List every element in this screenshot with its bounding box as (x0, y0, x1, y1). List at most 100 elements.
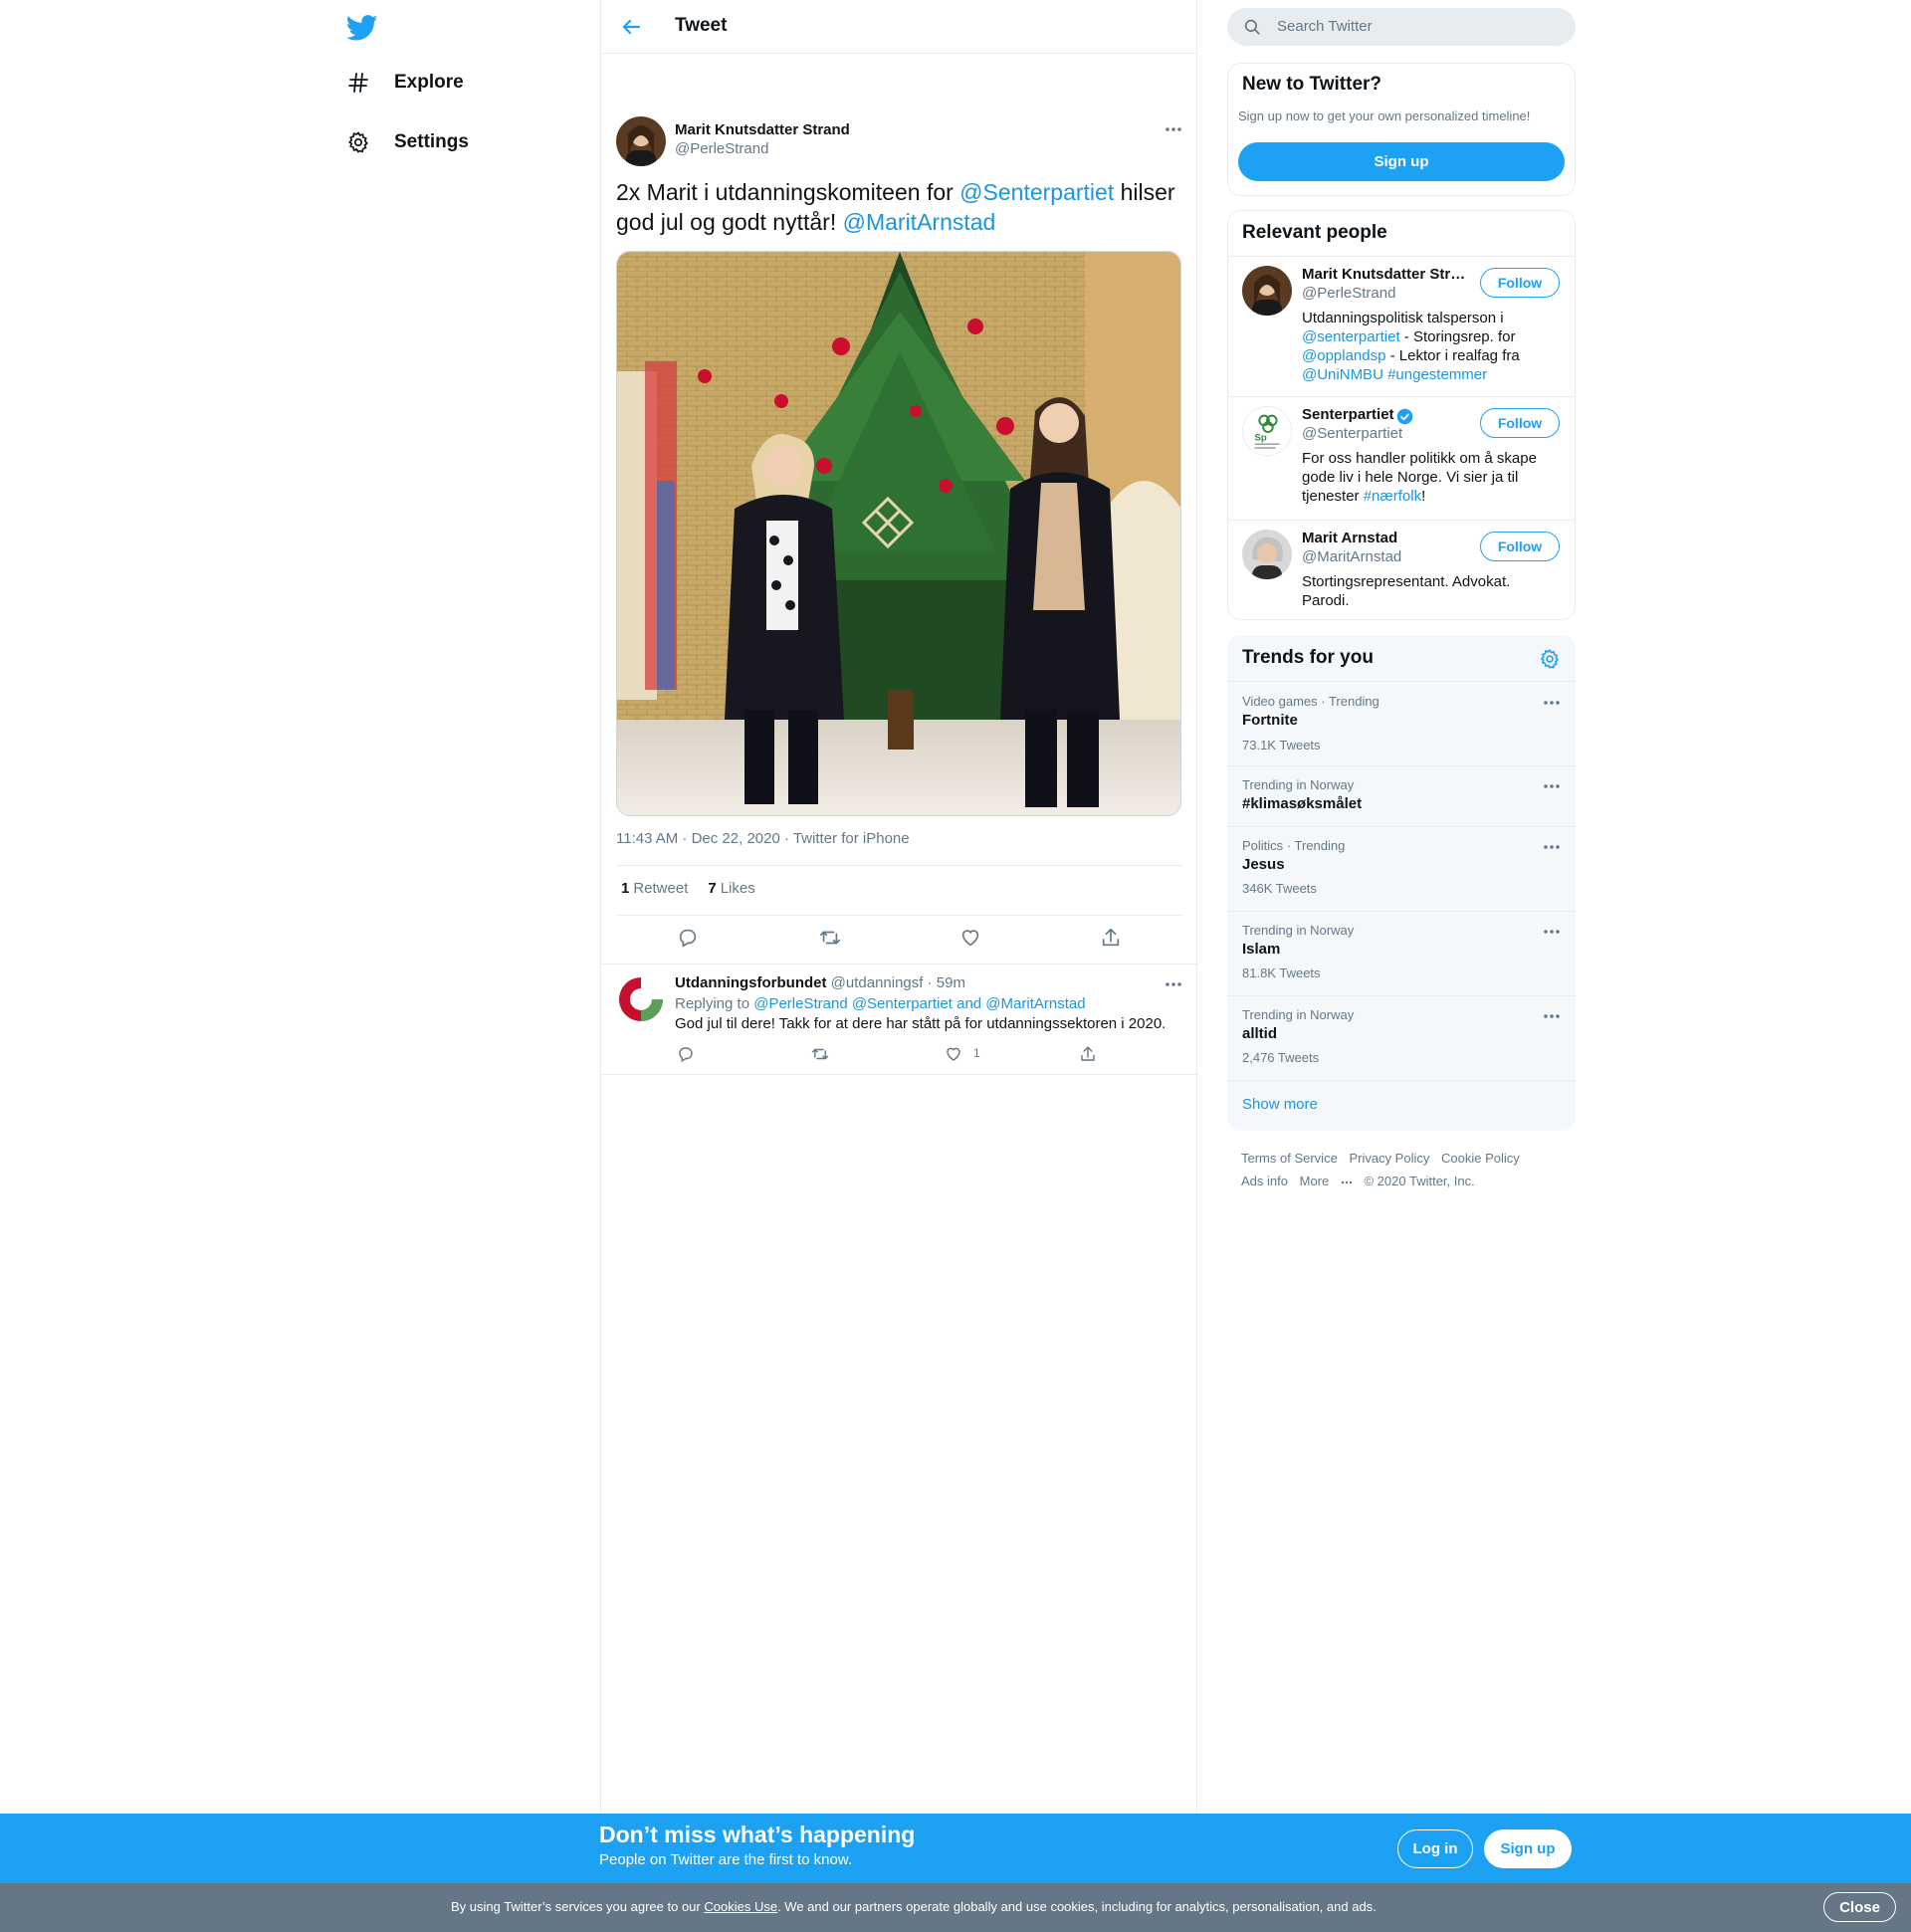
tweet-photo-image (617, 252, 1180, 815)
person-avatar[interactable] (1242, 266, 1292, 316)
share-icon[interactable] (1078, 1044, 1098, 1064)
cookie-text-end: . We and our partners operate globally a… (777, 1899, 1377, 1914)
bio-mention[interactable]: @opplandsp (1302, 347, 1385, 364)
person-name[interactable]: Marit Knutsdatter Strand (1302, 266, 1471, 283)
divider (616, 865, 1183, 866)
reply-author-handle[interactable]: @utdanningsf (831, 974, 924, 991)
reply-author-name[interactable]: Utdanningsforbundet (675, 974, 826, 991)
bio-text: - Lektor i realfag fra (1385, 347, 1520, 364)
bio-hashtag[interactable]: #ungestemmer (1383, 366, 1487, 383)
bio-text: - Storingsrep. for (1399, 328, 1516, 345)
trend-item[interactable]: Trending in Norway alltid 2,476 Tweets (1228, 996, 1575, 1080)
trend-name: Jesus (1242, 856, 1285, 873)
reply-avatar[interactable] (616, 974, 666, 1024)
person-name[interactable]: Senterpartiet (1302, 406, 1394, 423)
bio-mention[interactable]: @senterpartiet (1302, 328, 1400, 345)
divider (1228, 396, 1575, 397)
share-icon[interactable] (1099, 926, 1123, 950)
mention-link[interactable]: @Senterpartiet (959, 179, 1114, 205)
cookies-use-link[interactable]: Cookies Use (704, 1899, 777, 1914)
reply-tweet[interactable]: Utdanningsforbundet @utdanningsf · 59m R… (601, 964, 1198, 1075)
person-handle[interactable]: @MaritArnstad (1302, 548, 1401, 565)
twitter-bird-icon[interactable] (345, 12, 378, 44)
footer-link-terms[interactable]: Terms of Service (1241, 1151, 1338, 1166)
like-icon[interactable] (958, 926, 982, 950)
more-options-icon[interactable] (1164, 121, 1183, 137)
retweet-icon[interactable] (810, 1044, 830, 1064)
trend-item[interactable]: Trending in Norway Islam 81.8K Tweets (1228, 912, 1575, 995)
person-handle[interactable]: @Senterpartiet (1302, 425, 1402, 442)
divider (1228, 1080, 1575, 1081)
search-icon (1243, 18, 1261, 36)
hashtag-icon (344, 69, 372, 97)
nav-settings-label: Settings (394, 131, 469, 152)
show-more-link[interactable]: Show more (1242, 1096, 1318, 1113)
new-to-twitter-subtitle: Sign up now to get your own personalized… (1238, 108, 1531, 123)
footer-link-privacy[interactable]: Privacy Policy (1349, 1151, 1429, 1166)
trend-category: Trending in Norway (1242, 923, 1355, 938)
reply-icon[interactable] (676, 1044, 696, 1064)
retweet-icon[interactable] (818, 926, 842, 950)
person-avatar[interactable]: Sp (1242, 406, 1292, 456)
trend-item[interactable]: Video games · Trending Fortnite 73.1K Tw… (1228, 682, 1575, 765)
person-bio: Utdanningspolitisk talsperson i @senterp… (1302, 309, 1551, 384)
banner-signup-button[interactable]: Sign up (1484, 1829, 1572, 1868)
page-title: Tweet (675, 15, 728, 36)
likes-count: 7 (708, 880, 717, 897)
nav-settings[interactable]: Settings (344, 122, 469, 162)
reply-text: God jul til dere! Takk for at dere har s… (675, 1015, 1167, 1032)
more-options-icon[interactable] (1542, 840, 1562, 854)
reply-header: Utdanningsforbundet @utdanningsf · 59m (675, 974, 965, 991)
author-avatar[interactable] (616, 116, 666, 166)
author-handle[interactable]: @PerleStrand (675, 140, 768, 157)
bio-mention[interactable]: @UniNMBU (1302, 366, 1383, 383)
reply-icon[interactable] (676, 926, 700, 950)
footer-link-ads[interactable]: Ads info (1241, 1174, 1288, 1188)
svg-text:Sp: Sp (1255, 433, 1267, 444)
more-options-icon[interactable] (1542, 779, 1562, 793)
follow-button[interactable]: Follow (1480, 408, 1560, 438)
person-avatar[interactable] (1242, 530, 1292, 579)
more-options-icon[interactable] (1542, 1009, 1562, 1023)
copyright: © 2020 Twitter, Inc. (1364, 1174, 1475, 1188)
footer-link-more[interactable]: More (1300, 1174, 1353, 1188)
replying-to-mentions[interactable]: @PerleStrand @Senterpartiet and @MaritAr… (753, 995, 1085, 1012)
cookie-close-button[interactable]: Close (1823, 1892, 1896, 1922)
person-name[interactable]: Marit Arnstad (1302, 530, 1397, 546)
bio-hashtag[interactable]: #nærfolk (1364, 488, 1421, 505)
nav-explore-label: Explore (394, 72, 464, 93)
mention-link[interactable]: @MaritArnstad (843, 209, 996, 235)
search-input[interactable]: Search Twitter (1227, 8, 1576, 46)
author-name[interactable]: Marit Knutsdatter Strand (675, 121, 850, 138)
likes-stat[interactable]: 7 Likes (708, 880, 754, 897)
trend-name: Islam (1242, 941, 1281, 958)
nav-explore[interactable]: Explore (344, 63, 464, 103)
trends-title: Trends for you (1242, 647, 1374, 668)
back-arrow-icon[interactable] (619, 15, 643, 39)
like-icon[interactable] (944, 1044, 963, 1064)
more-options-icon[interactable] (1542, 696, 1562, 710)
login-button[interactable]: Log in (1397, 1829, 1473, 1868)
trend-category: Politics · Trending (1242, 838, 1346, 853)
more-options-icon[interactable] (1542, 925, 1562, 939)
trend-item[interactable]: Politics · Trending Jesus 346K Tweets (1228, 827, 1575, 911)
tweet-stats: 1 Retweet 7 Likes (621, 880, 755, 897)
footer-link-cookies[interactable]: Cookie Policy (1441, 1151, 1520, 1166)
person-bio: For oss handler politikk om å skape gode… (1302, 449, 1551, 506)
footer-links: Terms of Service Privacy Policy Cookie P… (1241, 1147, 1570, 1192)
follow-button[interactable]: Follow (1480, 268, 1560, 298)
person-handle[interactable]: @PerleStrand (1302, 285, 1395, 302)
follow-button[interactable]: Follow (1480, 532, 1560, 561)
tweet-timestamp[interactable]: 11:43 AM · Dec 22, 2020 · Twitter for iP… (616, 830, 910, 847)
trends-settings-gear-icon[interactable] (1539, 648, 1561, 675)
retweet-count: 1 (621, 880, 630, 897)
tweet-photo[interactable] (616, 251, 1181, 816)
person-bio: Stortingsrepresentant. Advokat. Parodi. (1302, 573, 1511, 609)
trend-item[interactable]: Trending in Norway #klimasøksmålet (1228, 766, 1575, 826)
more-options-icon[interactable] (1164, 976, 1183, 992)
signup-button[interactable]: Sign up (1238, 142, 1565, 181)
reply-time[interactable]: · 59m (928, 974, 965, 991)
divider (1228, 256, 1575, 257)
search-placeholder: Search Twitter (1277, 18, 1373, 35)
retweet-stat[interactable]: 1 Retweet (621, 880, 688, 897)
